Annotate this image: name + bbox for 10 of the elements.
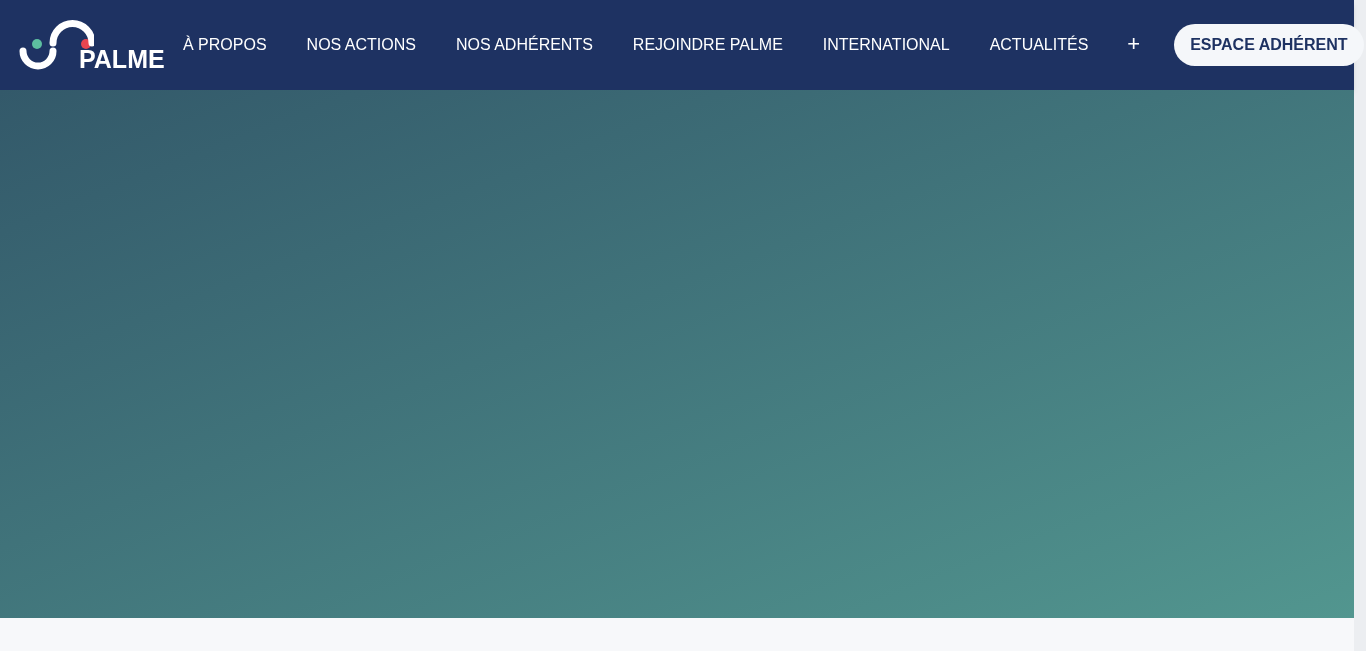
more-button[interactable]: +	[1127, 33, 1141, 55]
logo-text: PALME	[79, 47, 165, 72]
nav-link[interactable]: NOS ACTIONS	[306, 33, 416, 57]
member-area-button[interactable]: ESPACE ADHÉRENT	[1174, 24, 1364, 66]
nav-link[interactable]: À PROPOS	[183, 33, 267, 57]
logo[interactable]: PALME	[18, 18, 164, 72]
nav-link[interactable]: INTERNATIONAL	[822, 33, 950, 57]
nav-link[interactable]: ACTUALITÉS	[989, 33, 1089, 57]
nav-link[interactable]: REJOINDRE PALME	[632, 33, 783, 57]
nav-link[interactable]: NOS ADHÉRENTS	[455, 33, 593, 57]
